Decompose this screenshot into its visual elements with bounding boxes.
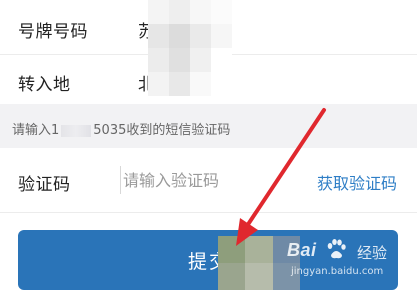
watermark-brand: Bai — [287, 240, 317, 260]
watermark-url: jingyan.baidu.com — [291, 266, 384, 277]
baidu-paw-icon — [327, 239, 346, 259]
privacy-mosaic-top — [148, 0, 232, 96]
phone-number-mask — [61, 124, 92, 137]
sms-hint-prefix: 请输入1 — [12, 123, 60, 138]
sms-hint-suffix: 5035收到的短信验证码 — [93, 123, 231, 138]
transfer-destination-label: 转入地 — [18, 75, 71, 95]
vehicle-transfer-form-page: 号牌号码 苏 转入地 北京 请输入15035收到的短信验证码 验证码 获取验证码… — [0, 0, 417, 290]
baidu-jingyan-watermark: Bai 经验 jingyan.baidu.com — [287, 238, 407, 286]
sms-hint-band: 请输入1 5035收到的短信验证码 — [0, 104, 417, 148]
get-verification-code-link[interactable]: 获取验证码 — [317, 170, 397, 194]
plate-number-label: 号牌号码 — [18, 22, 88, 42]
verification-code-row: 验证码 获取验证码 — [0, 148, 417, 213]
verification-code-input[interactable] — [120, 166, 293, 194]
verification-code-label: 验证码 — [18, 175, 71, 195]
sms-hint-text: 请输入1 5035收到的短信验证码 — [12, 119, 230, 138]
watermark-brand-suffix: 经验 — [357, 244, 388, 262]
